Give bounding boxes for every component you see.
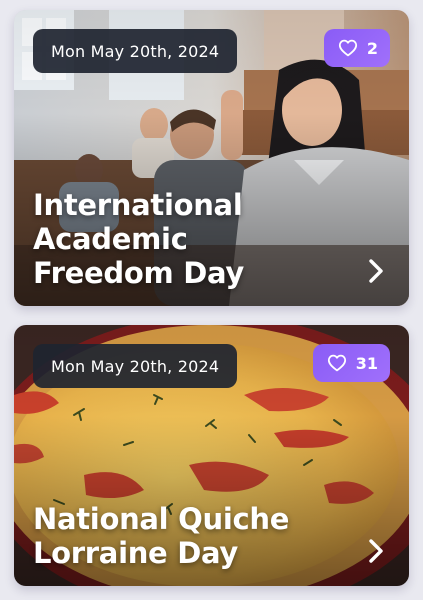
like-button[interactable]: 31 — [312, 344, 390, 382]
open-event-button[interactable] — [363, 256, 389, 286]
event-date-badge: Mon May 20th, 2024 — [33, 29, 238, 73]
event-date-badge: Mon May 20th, 2024 — [33, 344, 238, 388]
like-count: 31 — [355, 353, 378, 373]
chevron-right-icon — [369, 539, 383, 563]
event-card[interactable]: Mon May 20th, 2024 31 National Quiche Lo… — [14, 325, 409, 586]
event-date: Mon May 20th, 2024 — [51, 356, 220, 376]
event-title[interactable]: International Academic Freedom Day — [33, 188, 333, 290]
chevron-right-icon — [369, 259, 383, 283]
event-date: Mon May 20th, 2024 — [51, 41, 220, 61]
like-button[interactable]: 2 — [323, 29, 390, 67]
event-card[interactable]: Mon May 20th, 2024 2 International Acade… — [14, 10, 409, 306]
event-title[interactable]: National Quiche Lorraine Day — [33, 502, 333, 570]
open-event-button[interactable] — [363, 536, 389, 566]
like-count: 2 — [366, 38, 378, 58]
event-feed: Mon May 20th, 2024 2 International Acade… — [0, 0, 423, 600]
heart-icon — [327, 354, 346, 372]
heart-icon — [338, 39, 357, 57]
